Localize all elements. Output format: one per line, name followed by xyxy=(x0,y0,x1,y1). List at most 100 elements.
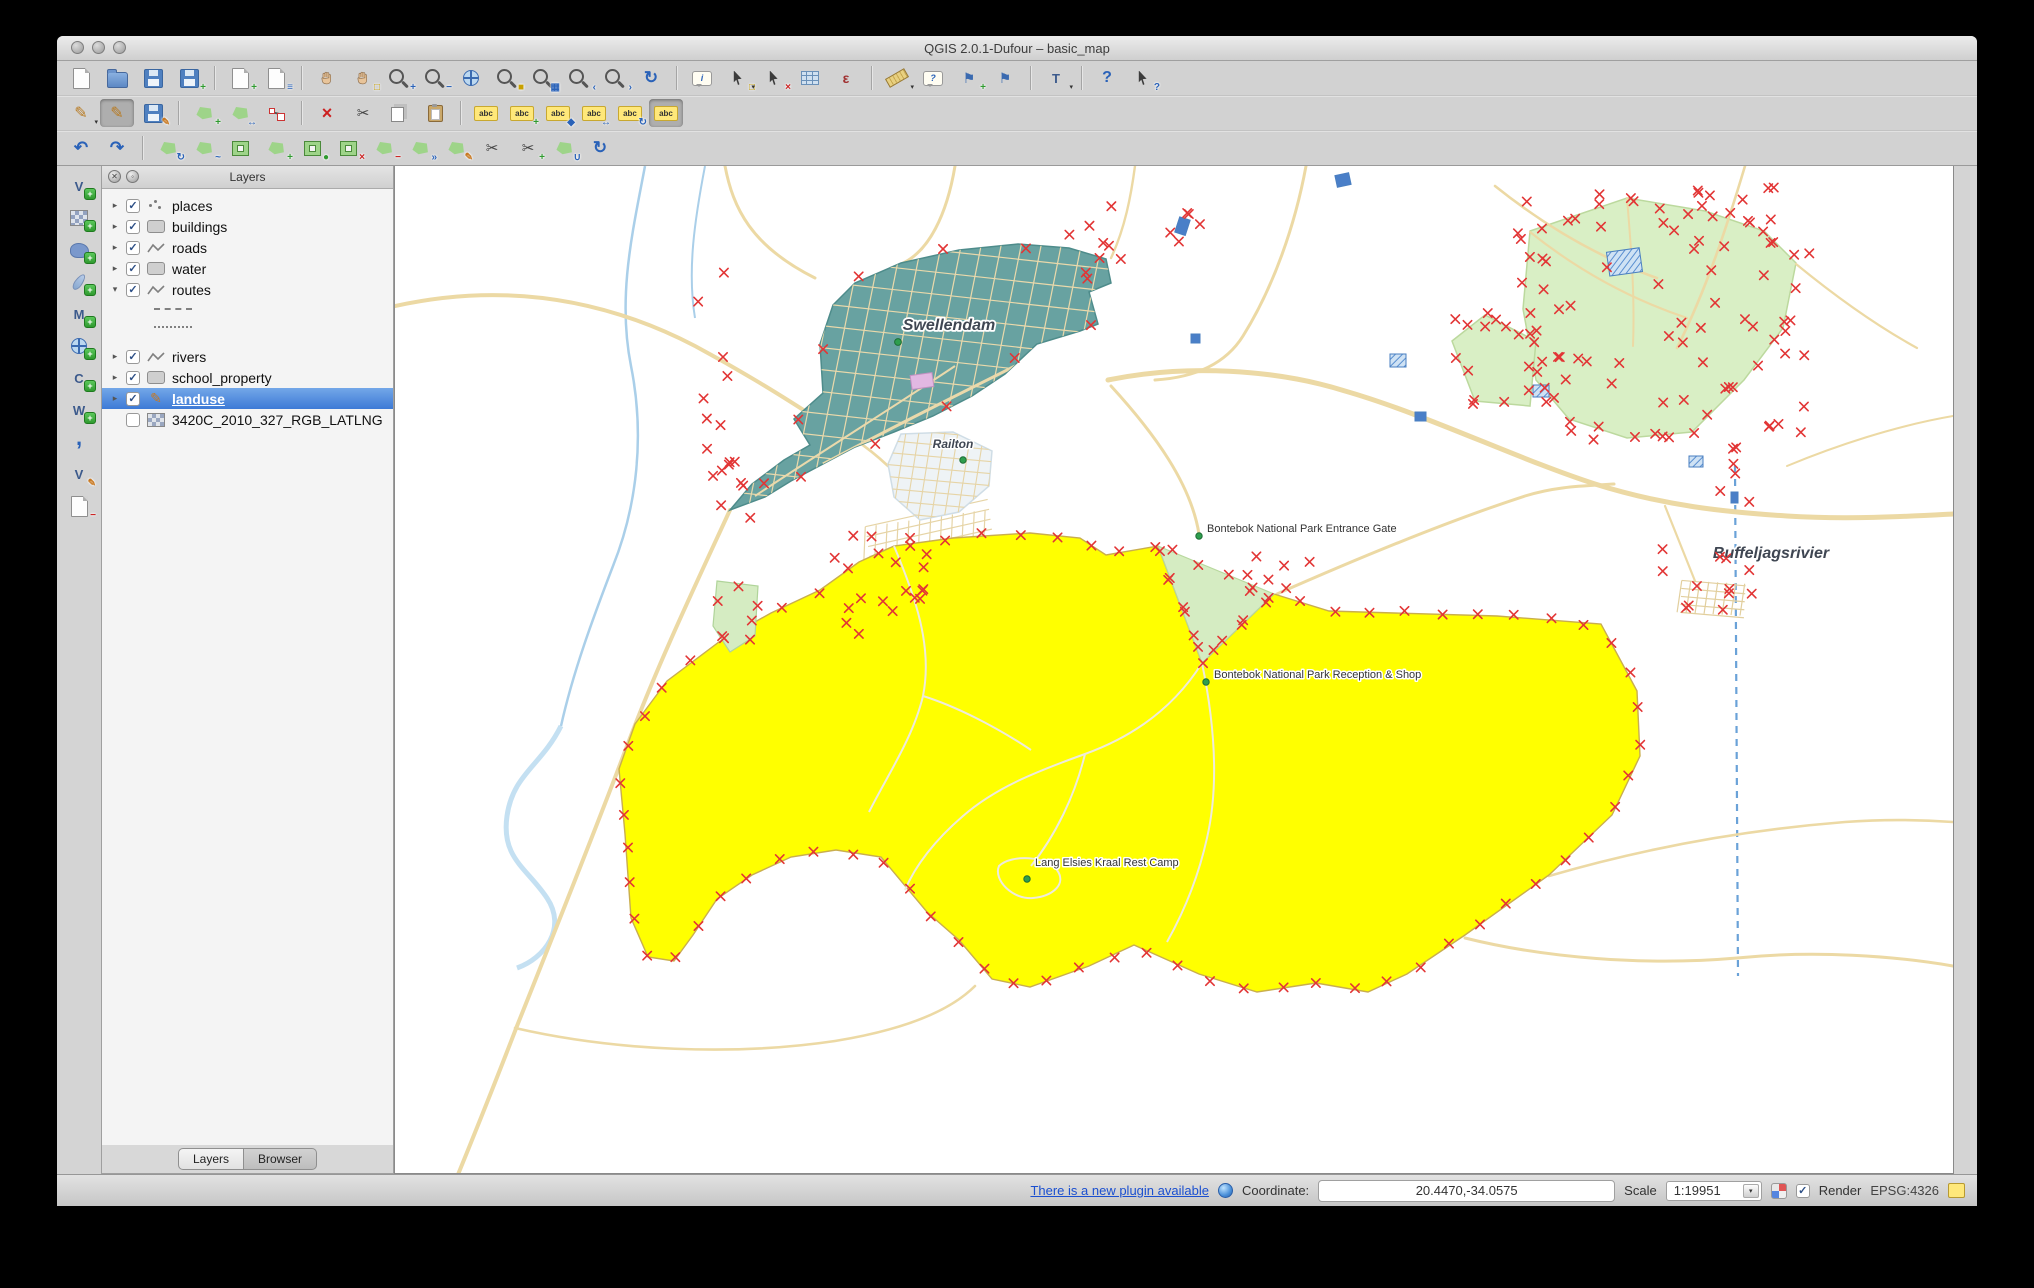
label-properties-button[interactable]: abc xyxy=(649,99,683,127)
layer-item-roads[interactable]: ▸ ✓ roads xyxy=(102,237,393,258)
add-wcs-layer-button[interactable]: C + xyxy=(62,364,96,392)
measure-line-button[interactable]: ▾ xyxy=(880,64,914,92)
label-pin-button[interactable]: abc ◆ xyxy=(541,99,575,128)
current-edits-button[interactable]: ✎ ▾ xyxy=(64,99,98,127)
add-feature-button[interactable]: + xyxy=(187,99,221,128)
tab-layers[interactable]: Layers xyxy=(177,1148,244,1170)
plugin-icon[interactable] xyxy=(1217,1183,1233,1198)
layer-expand-arrow[interactable]: ▸ xyxy=(110,242,120,253)
layer-checkbox-school_property[interactable]: ✓ xyxy=(126,370,140,385)
split-parts-button[interactable]: ✂ + xyxy=(511,134,545,163)
rotate-point-symbols-button[interactable]: ↻ xyxy=(583,134,617,162)
whats-this-button[interactable]: ? xyxy=(1126,64,1160,93)
new-bookmark-button[interactable]: ⚑ + xyxy=(952,64,986,93)
new-shapefile-layer-button[interactable]: V ✎ xyxy=(62,460,96,489)
map-canvas[interactable]: Swellendam Railton Bontebok National Par… xyxy=(394,166,1954,1174)
layer-expand-arrow[interactable]: ▸ xyxy=(110,351,120,362)
layer-checkbox-rivers[interactable]: ✓ xyxy=(126,349,140,364)
open-project-button[interactable] xyxy=(100,64,134,92)
pan-map-button[interactable] xyxy=(310,64,344,92)
deselect-features-button[interactable]: × xyxy=(757,64,791,93)
delete-part-button[interactable]: − xyxy=(367,134,401,163)
add-spatialite-layer-button[interactable]: + xyxy=(62,268,96,296)
layer-checkbox-3420C_2010_327_RGB_LATLNG[interactable] xyxy=(126,412,140,427)
text-annotation-button[interactable]: T ▾ xyxy=(1039,64,1073,92)
layer-item-water[interactable]: ▸ ✓ water xyxy=(102,258,393,279)
current-edits-dropdown[interactable]: ▾ xyxy=(94,118,98,126)
text-annotation-dropdown[interactable]: ▾ xyxy=(1069,83,1073,91)
merge-features-button[interactable]: ∪ xyxy=(547,134,581,163)
title-bar[interactable]: QGIS 2.0.1-Dufour – basic_map xyxy=(57,36,1977,61)
zoom-out-button[interactable]: − xyxy=(418,64,452,93)
toggle-editing-button[interactable]: ✎ xyxy=(100,99,134,127)
layer-item-rivers[interactable]: ▸ ✓ rivers xyxy=(102,346,393,367)
layer-expand-arrow[interactable]: ▸ xyxy=(110,393,120,404)
zoom-window-button[interactable] xyxy=(113,41,126,54)
minimize-window-button[interactable] xyxy=(92,41,105,54)
add-wms-layer-button[interactable]: + xyxy=(62,332,96,360)
simplify-feature-button[interactable]: ~ xyxy=(187,134,221,163)
label-rotate-button[interactable]: abc ↻ xyxy=(613,99,647,128)
scale-combobox[interactable]: 1:19951 ▾ xyxy=(1665,1180,1762,1201)
add-delimited-text-layer-button[interactable]: , xyxy=(62,427,96,456)
reshape-features-button[interactable]: ✎ xyxy=(439,134,473,163)
node-tool-button[interactable] xyxy=(259,99,293,127)
zoom-next-button[interactable]: › xyxy=(598,64,632,93)
layer-expand-arrow[interactable]: ▾ xyxy=(110,284,120,295)
layers-panel-header[interactable]: ✕ ◦ Layers xyxy=(102,166,393,189)
tab-browser[interactable]: Browser xyxy=(244,1148,318,1170)
measure-line-dropdown[interactable]: ▾ xyxy=(910,83,914,91)
layer-checkbox-landuse[interactable]: ✓ xyxy=(126,391,140,406)
add-ring-button[interactable] xyxy=(223,134,257,162)
save-project-as-button[interactable]: + xyxy=(172,64,206,93)
new-project-button[interactable] xyxy=(64,64,98,92)
layer-item-places[interactable]: ▸ ✓ places xyxy=(102,195,393,216)
add-raster-layer-button[interactable]: + xyxy=(62,204,96,232)
layer-expand-arrow[interactable]: ▸ xyxy=(110,263,120,274)
save-project-button[interactable] xyxy=(136,64,170,92)
labeling-button[interactable]: abc xyxy=(469,99,503,127)
layer-expand-arrow[interactable]: ▸ xyxy=(110,200,120,211)
add-part-button[interactable]: + xyxy=(259,134,293,163)
add-vector-layer-button[interactable]: V + xyxy=(62,172,96,200)
layer-expand-arrow[interactable]: ▸ xyxy=(110,372,120,383)
identify-features-button[interactable]: i xyxy=(685,64,719,92)
label-move-button[interactable]: abc ↔ xyxy=(577,99,611,128)
save-layer-edits-button[interactable]: ✎ xyxy=(136,99,170,128)
zoom-to-selection-button[interactable]: ■ xyxy=(490,64,524,93)
add-postgis-layer-button[interactable]: + xyxy=(62,236,96,264)
remove-layer-button[interactable]: − xyxy=(62,492,96,521)
layer-item-3420C_2010_327_RGB_LATLNG[interactable]: 3420C_2010_327_RGB_LATLNG xyxy=(102,409,393,430)
pan-to-selection-button[interactable]: □ xyxy=(346,64,380,93)
plugin-available-link[interactable]: There is a new plugin available xyxy=(1030,1183,1209,1198)
close-window-button[interactable] xyxy=(71,41,84,54)
select-features-button[interactable]: □ ▾ xyxy=(721,64,755,93)
layer-checkbox-buildings[interactable]: ✓ xyxy=(126,219,140,234)
offset-curve-button[interactable]: » xyxy=(403,134,437,163)
delete-selected-button[interactable]: × xyxy=(310,99,344,127)
zoom-to-layer-button[interactable]: ▦ xyxy=(526,64,560,93)
rotate-feature-button[interactable]: ↻ xyxy=(151,134,185,163)
add-wfs-layer-button[interactable]: W + xyxy=(62,396,96,424)
zoom-in-button[interactable]: + xyxy=(382,64,416,93)
split-features-button[interactable]: ✂ xyxy=(475,134,509,162)
layer-item-school_property[interactable]: ▸ ✓ school_property xyxy=(102,367,393,388)
coordinate-input[interactable]: 20.4470,-34.0575 xyxy=(1318,1179,1616,1202)
panel-detach-button[interactable]: ◦ xyxy=(126,170,139,183)
show-bookmarks-button[interactable]: ⚑ xyxy=(988,64,1022,92)
undo-button[interactable]: ↶ xyxy=(64,134,98,162)
layer-item-landuse[interactable]: ▸ ✓ ✎ landuse xyxy=(102,388,393,409)
layer-checkbox-routes[interactable]: ✓ xyxy=(126,282,140,297)
panel-close-button[interactable]: ✕ xyxy=(108,170,121,183)
zoom-full-extent-button[interactable] xyxy=(454,64,488,92)
map-tips-button[interactable]: ? xyxy=(916,64,950,92)
layer-checkbox-roads[interactable]: ✓ xyxy=(126,240,140,255)
delete-ring-button[interactable]: × xyxy=(331,134,365,163)
layer-item-routes[interactable]: ▾ ✓ routes xyxy=(102,279,393,300)
help-contents-button[interactable]: ? xyxy=(1090,64,1124,92)
field-calculator-button[interactable]: ε xyxy=(829,64,863,92)
zoom-last-button[interactable]: ‹ xyxy=(562,64,596,93)
log-messages-icon[interactable] xyxy=(1948,1183,1965,1198)
new-print-composer-button[interactable]: + xyxy=(223,64,257,93)
map-refresh-button[interactable]: ↻ xyxy=(634,64,668,92)
